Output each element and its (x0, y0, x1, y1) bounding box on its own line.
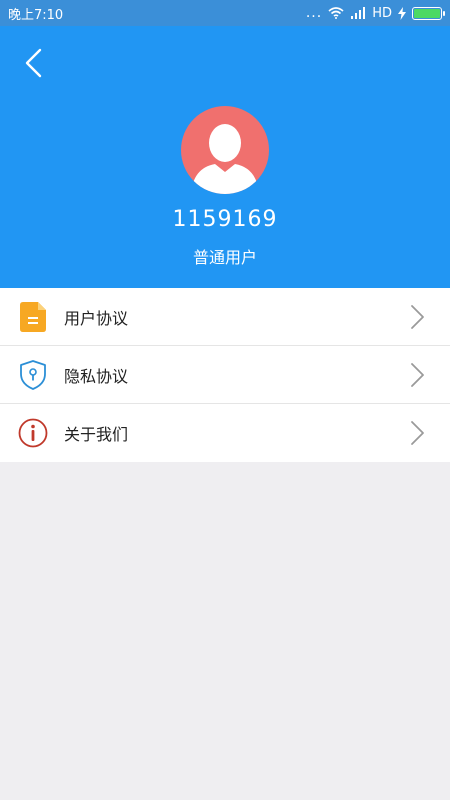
settings-menu: 用户协议 隐私协议 关于我们 (0, 288, 450, 462)
battery-icon (412, 6, 445, 20)
chevron-right-icon (411, 305, 424, 329)
menu-item-about-us[interactable]: 关于我们 (0, 404, 450, 462)
menu-item-user-agreement[interactable]: 用户协议 (0, 288, 450, 346)
signal-bars-icon (350, 7, 366, 19)
avatar[interactable] (181, 106, 269, 194)
menu-item-privacy-agreement[interactable]: 隐私协议 (0, 346, 450, 404)
user-avatar-icon (191, 124, 259, 194)
more-dots-icon: ... (305, 5, 323, 21)
profile-header: 1159169 普通用户 (0, 26, 450, 288)
network-type: HD (372, 5, 392, 21)
status-indicators: ... HD (305, 5, 445, 21)
status-bar: 晚上7:10 ... HD (0, 0, 450, 26)
menu-item-label: 关于我们 (64, 425, 129, 444)
document-icon (18, 301, 48, 332)
info-circle-icon (18, 418, 48, 448)
menu-item-label: 用户协议 (64, 308, 129, 328)
user-id: 1159169 (172, 207, 278, 232)
chevron-left-icon (25, 48, 42, 78)
status-time: 晚上7:10 (8, 7, 64, 23)
menu-item-label: 隐私协议 (64, 366, 129, 386)
chevron-right-icon (411, 421, 424, 445)
user-role: 普通用户 (192, 248, 257, 267)
chevron-right-icon (411, 363, 424, 387)
back-button[interactable] (18, 46, 48, 80)
charging-icon (398, 6, 406, 20)
wifi-icon (328, 7, 344, 19)
shield-lock-icon (18, 359, 48, 390)
